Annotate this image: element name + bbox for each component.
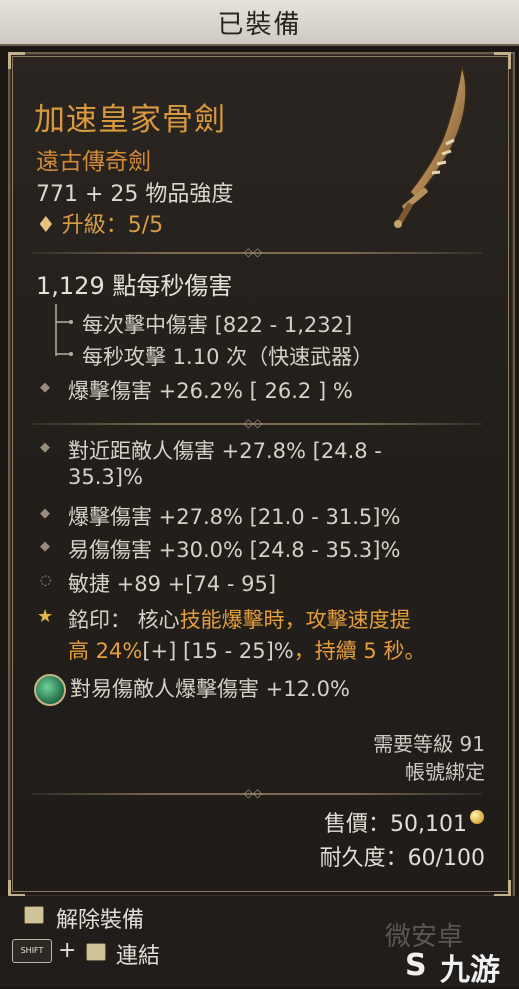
affix-dexterity: 敏捷 +89 +[74 - 95]	[68, 572, 277, 596]
shift-key-icon: SHIFT	[12, 939, 52, 963]
diamond-bullet-icon: ◆	[40, 539, 50, 554]
aspect-prefix: 銘印： 核心	[68, 608, 180, 632]
sword-icon	[394, 65, 467, 228]
attack-speed: 每秒攻擊 1.10 次（快速武器）	[82, 345, 374, 369]
branch-lines	[55, 304, 73, 356]
aspect-value: 高 24%	[68, 639, 143, 663]
divider-ornament-icon: ◇◇	[243, 416, 263, 430]
section-divider: ◇◇	[32, 246, 482, 258]
upgrade-text: 升級：5/5	[61, 213, 164, 238]
mouse-button-icon	[86, 943, 106, 961]
frame-corner	[8, 52, 25, 69]
sell-price: 售價：50,101	[324, 812, 467, 837]
item-type: 遠古傳奇劍	[36, 149, 151, 175]
logo-text: 九游	[440, 953, 500, 988]
diamond-icon: ♦	[36, 213, 56, 238]
affix-close-damage-cont: 35.3]%	[68, 465, 143, 489]
logo-s-icon: S	[405, 948, 427, 983]
aspect-text: 技能爆擊時，攻擊速度提	[179, 608, 411, 632]
equipped-header: 已裝備	[0, 0, 519, 46]
affix-vulnerable-damage: 易傷傷害 +30.0% [24.8 - 35.3]%	[68, 538, 401, 562]
aspect-star-icon: ★	[37, 606, 54, 627]
upgrade-line: ♦ 升級：5/5	[36, 207, 163, 239]
mouse-button-icon	[24, 906, 44, 924]
dps-value: 1,129 點每秒傷害	[36, 272, 233, 300]
section-divider: ◇◇	[32, 787, 482, 799]
header-title: 已裝備	[217, 9, 302, 40]
link-action[interactable]: 連結	[116, 938, 160, 970]
gem-affix: 對易傷敵人爆擊傷害 +12.0%	[70, 677, 350, 701]
frame-corner	[494, 880, 511, 897]
item-name: 加速皇家骨劍	[34, 102, 226, 138]
aspect-line-2: 高 24%[+] [15 - 25]%，持續 5 秒。	[68, 635, 425, 665]
required-level: 需要等級 91	[373, 732, 485, 756]
divider-ornament-icon: ◇◇	[243, 786, 263, 800]
affix-crit-damage: 爆擊傷害 +27.8% [21.0 - 31.5]%	[68, 505, 401, 529]
diamond-bullet-icon: ◆	[40, 440, 50, 455]
emerald-gem-icon	[34, 674, 66, 706]
divider-ornament-icon: ◇◇	[243, 245, 263, 259]
affix-close-damage: 對近距敵人傷害 +27.8% [24.8 -	[68, 439, 382, 463]
ring-bullet-icon: ◌	[40, 573, 52, 588]
shift-key-label: SHIFT	[20, 946, 44, 955]
implicit-affix: 爆擊傷害 +26.2% [ 26.2 ] %	[68, 379, 353, 403]
unequip-action[interactable]: 解除裝備	[56, 902, 144, 934]
section-divider: ◇◇	[32, 417, 482, 429]
diamond-bullet-icon: ◆	[40, 380, 50, 395]
durability: 耐久度：60/100	[319, 846, 485, 871]
gold-coin-icon	[470, 810, 484, 824]
frame-corner	[8, 880, 25, 897]
aspect-range: [+] [15 - 25]%	[142, 639, 294, 663]
hit-damage: 每次擊中傷害 [822 - 1,232]	[82, 313, 353, 337]
aspect-line-1: 銘印： 核心技能爆擊時，攻擊速度提	[68, 604, 411, 634]
plus-sign: +	[58, 938, 77, 963]
account-bound: 帳號綁定	[405, 760, 485, 784]
diamond-bullet-icon: ◆	[40, 506, 50, 521]
aspect-duration: ，持續 5 秒。	[293, 639, 426, 663]
frame-corner	[494, 52, 511, 69]
item-power: 771 + 25 物品強度	[36, 182, 234, 207]
